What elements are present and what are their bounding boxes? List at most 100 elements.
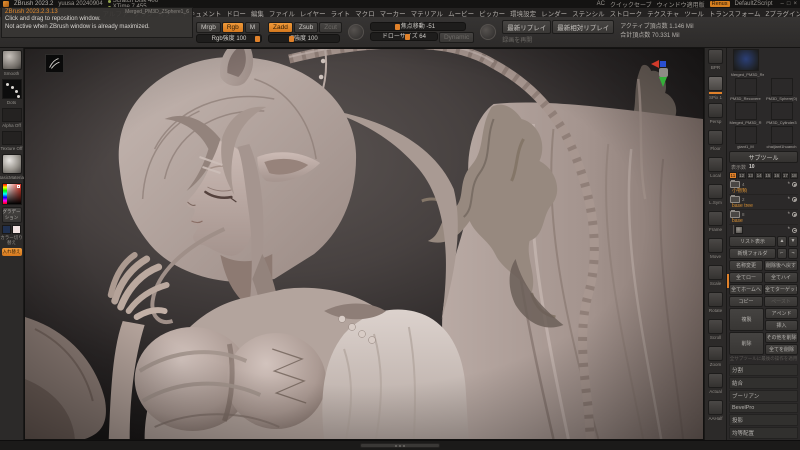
replay-last-button[interactable]: 最新リプレイ — [502, 20, 551, 34]
palette-section-header[interactable]: ブーリアン — [729, 390, 798, 402]
current-texture-button[interactable] — [2, 131, 22, 145]
right-shelf-persp-button[interactable]: Persp — [706, 103, 725, 129]
right-shelf-move-button[interactable]: Move — [706, 238, 725, 264]
visibility-eye-icon[interactable] — [792, 182, 797, 187]
move-up-button[interactable]: ▲ — [777, 236, 787, 247]
replay-last-relative-button[interactable]: 最新相対リプレイ — [552, 20, 614, 34]
right-shelf-scale-button[interactable]: Scale — [706, 265, 725, 291]
spix-slider[interactable] — [709, 92, 722, 94]
right-shelf-zoom-button[interactable]: Zoom — [706, 346, 725, 372]
delete-other-button[interactable]: その他を削除 — [765, 332, 798, 343]
list-view-button[interactable]: リスト表示 — [729, 236, 776, 247]
delete-all-button[interactable]: 全てを削除 — [765, 344, 798, 355]
subtool-page-button[interactable]: 11 — [729, 172, 737, 179]
record-resume-button[interactable]: 録画を再開 — [502, 35, 614, 44]
subtool-page-button[interactable]: 13 — [747, 172, 755, 179]
dynamic-button[interactable]: Dynamic — [439, 32, 474, 43]
subtool-page-button[interactable]: 15 — [764, 172, 772, 179]
paste-button[interactable]: ペースト — [764, 296, 798, 307]
all-high-button[interactable]: 全てハイ — [764, 272, 798, 283]
visibility-eye-icon[interactable] — [792, 212, 797, 217]
current-material-button[interactable] — [2, 154, 22, 174]
delete-button[interactable]: 削除 — [729, 332, 764, 355]
tool-button[interactable]: PM3D_Recovere — [729, 78, 762, 101]
current-brush-button[interactable] — [2, 50, 22, 70]
right-shelf-l-sym-button[interactable]: L.Sym — [706, 184, 725, 210]
copy-button[interactable]: コピー — [729, 296, 763, 307]
new-folder-button[interactable]: 新規フォルダ — [729, 248, 776, 259]
subtool-page-button[interactable]: 14 — [755, 172, 763, 179]
active-tool-button[interactable] — [729, 49, 762, 71]
all-low-button[interactable]: 全てロー — [729, 272, 763, 283]
palette-section-header[interactable]: 分割 — [729, 364, 798, 376]
brush-preview-icon[interactable] — [348, 24, 364, 40]
subtool-item[interactable]: *PM3D_Recovered_Tool6 — [733, 225, 798, 234]
swap-color-button[interactable]: 入れ替え — [2, 248, 22, 256]
z-intensity-slider[interactable]: Z強度 100 — [268, 34, 340, 43]
right-shelf-actual-button[interactable]: Actual — [706, 373, 725, 399]
saturation-square[interactable] — [7, 184, 21, 204]
zsub-button[interactable]: Zsub — [294, 22, 318, 33]
palette-section-header[interactable]: 投影 — [729, 414, 798, 426]
rename-button[interactable]: 名称変更 — [729, 260, 763, 271]
subtool-item[interactable]: 2*base tree — [729, 195, 798, 210]
bottom-tray-handle[interactable] — [360, 443, 440, 448]
visibility-eye-icon[interactable] — [792, 197, 797, 202]
gradient-button[interactable]: グラデーション — [2, 207, 22, 223]
subtool-page-button[interactable]: 12 — [738, 172, 746, 179]
window-control-icon[interactable]: × — [793, 1, 797, 7]
renus-badge[interactable]: Renus — [710, 1, 730, 7]
palette-section-header[interactable]: 結合 — [729, 377, 798, 389]
folder-action-icon[interactable]: ⌐ — [777, 248, 787, 259]
subtool-header[interactable]: サブツール — [729, 151, 798, 163]
tool-button[interactable]: chaijiant1huanch — [765, 126, 798, 149]
gear-icon[interactable]: * — [788, 198, 790, 202]
document-preview-thumbnail[interactable] — [45, 54, 64, 73]
mrgb-button[interactable]: Mrgb — [196, 22, 221, 33]
current-alpha-button[interactable] — [2, 108, 22, 122]
sculpt-canvas[interactable] — [25, 49, 703, 439]
navigation-gizmo[interactable] — [651, 57, 677, 87]
tool-button[interactable]: Merged_PM3D_R — [729, 102, 762, 125]
subtool-item[interactable]: 8*base — [729, 210, 798, 225]
right-shelf-aahalf-button[interactable]: AAHalf — [706, 400, 725, 426]
stroke-preview-icon[interactable] — [480, 24, 496, 40]
append-button[interactable]: アペンド — [765, 308, 798, 319]
rgb-intensity-slider[interactable]: Rgb強度 100 — [196, 34, 262, 43]
viewport[interactable] — [24, 48, 704, 440]
move-down-button[interactable]: ▼ — [788, 236, 798, 247]
zcut-button[interactable]: Zcut — [319, 22, 342, 33]
tool-button[interactable]: PM3D_Sphere(0) — [765, 78, 798, 101]
right-shelf-rotate-button[interactable]: Rotate — [706, 292, 725, 318]
window-control-icon[interactable]: □ — [787, 1, 791, 7]
right-shelf-floor-button[interactable]: Floor — [706, 130, 725, 156]
zadd-button[interactable]: Zadd — [268, 22, 293, 33]
window-control-icon[interactable]: – — [781, 1, 784, 7]
palette-section-header[interactable]: 均等配置 — [729, 427, 798, 439]
apply-last-action-button[interactable]: 全サブツールに最後の操作を適用 — [729, 355, 798, 363]
focal-shift-slider[interactable]: 焦点移動 -51 — [370, 22, 466, 31]
subtool-item[interactable]: 4*小物類 — [729, 180, 798, 195]
subtool-page-button[interactable]: 16 — [773, 172, 781, 179]
insert-button[interactable]: 挿入 — [765, 320, 798, 331]
m-button[interactable]: M — [245, 22, 260, 33]
tray-divider-handle[interactable] — [727, 274, 729, 288]
gear-icon[interactable]: * — [788, 228, 790, 232]
right-shelf-local-button[interactable]: Local — [706, 157, 725, 183]
folder-action-icon[interactable]: ¬ — [788, 248, 798, 259]
gear-icon[interactable]: * — [788, 213, 790, 217]
palette-section-header[interactable]: BevelPro — [729, 403, 798, 413]
rgb-button[interactable]: Rgb — [222, 22, 244, 33]
default-zscript-label[interactable]: DefaultZScript — [735, 1, 773, 7]
duplicate-button[interactable]: 複製 — [729, 308, 764, 331]
secondary-color-swatch[interactable] — [12, 225, 21, 234]
draw-size-slider[interactable]: ドローサイズ 64 — [370, 32, 438, 41]
all-home-button[interactable]: 全てホームへ — [729, 284, 763, 295]
right-shelf-bpr-button[interactable]: BPR — [706, 49, 725, 75]
gear-icon[interactable]: * — [788, 183, 790, 187]
all-target-button[interactable]: 全てターゲットへ — [764, 284, 798, 295]
tool-button[interactable]: PM3D_Cylinder3 — [765, 102, 798, 125]
current-stroke-button[interactable] — [2, 79, 22, 99]
undo-delete-button[interactable]: 削除後へ戻す — [764, 260, 798, 271]
tool-button[interactable]: giant1_M — [729, 126, 762, 149]
